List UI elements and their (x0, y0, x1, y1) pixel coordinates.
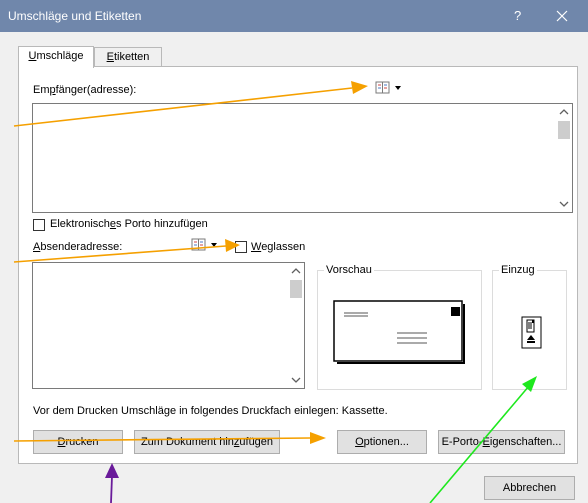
close-icon (556, 10, 568, 22)
cancel-button[interactable]: Abbrechen (484, 476, 575, 500)
address-book-icon (191, 238, 217, 251)
sender-address-book-button[interactable] (191, 237, 225, 253)
recipient-address-input[interactable] (32, 103, 573, 213)
envelope-preview-icon (333, 300, 465, 364)
omit-sender-label: Weglassen (251, 241, 306, 253)
preview-title: Vorschau (324, 264, 374, 276)
sender-address-input[interactable] (32, 262, 305, 389)
title-bar: Umschläge und Etiketten ? (0, 0, 588, 32)
scroll-down-arrow-icon[interactable] (556, 196, 572, 212)
e-postage-properties-button[interactable]: E-Porto-Eigenschaften... (438, 430, 565, 454)
sender-scroll-thumb[interactable] (290, 280, 302, 298)
window-title: Umschläge und Etiketten (8, 9, 142, 23)
add-to-document-button[interactable]: Zum Dokument hinzufügen (134, 430, 280, 454)
help-button[interactable]: ? (514, 8, 521, 23)
tab-umschlaege[interactable]: Umschläge (18, 46, 94, 68)
omit-sender-checkbox[interactable] (235, 241, 247, 253)
address-book-icon (375, 81, 401, 94)
purple-arrowhead (105, 463, 119, 478)
scroll-up-arrow-icon[interactable] (556, 104, 572, 120)
electronic-postage-label: Elektronisches Porto hinzufügen (50, 218, 208, 230)
recipient-scroll-thumb[interactable] (558, 121, 570, 139)
feed-title: Einzug (499, 264, 537, 276)
purple-arrow-line (110, 475, 113, 503)
scroll-down-arrow-icon[interactable] (288, 372, 304, 388)
envelope-preview[interactable] (333, 300, 468, 366)
feed-instruction-text: Vor dem Drucken Umschläge in folgendes D… (33, 405, 388, 417)
feed-method-button[interactable] (521, 316, 543, 350)
scroll-up-arrow-icon[interactable] (288, 263, 304, 279)
recipient-scrollbar[interactable] (556, 104, 572, 212)
envelope-feed-icon (521, 316, 542, 349)
tab-etiketten[interactable]: Etiketten (94, 47, 162, 67)
recipient-label: Empfänger(adresse): (33, 84, 137, 96)
recipient-address-book-button[interactable] (375, 80, 409, 96)
print-button[interactable]: Drucken (33, 430, 123, 454)
close-button[interactable] (548, 4, 576, 28)
options-button[interactable]: Optionen... (337, 430, 427, 454)
sender-label: Absenderadresse: (33, 241, 123, 253)
sender-scrollbar[interactable] (288, 263, 304, 388)
electronic-postage-checkbox[interactable] (33, 219, 45, 231)
